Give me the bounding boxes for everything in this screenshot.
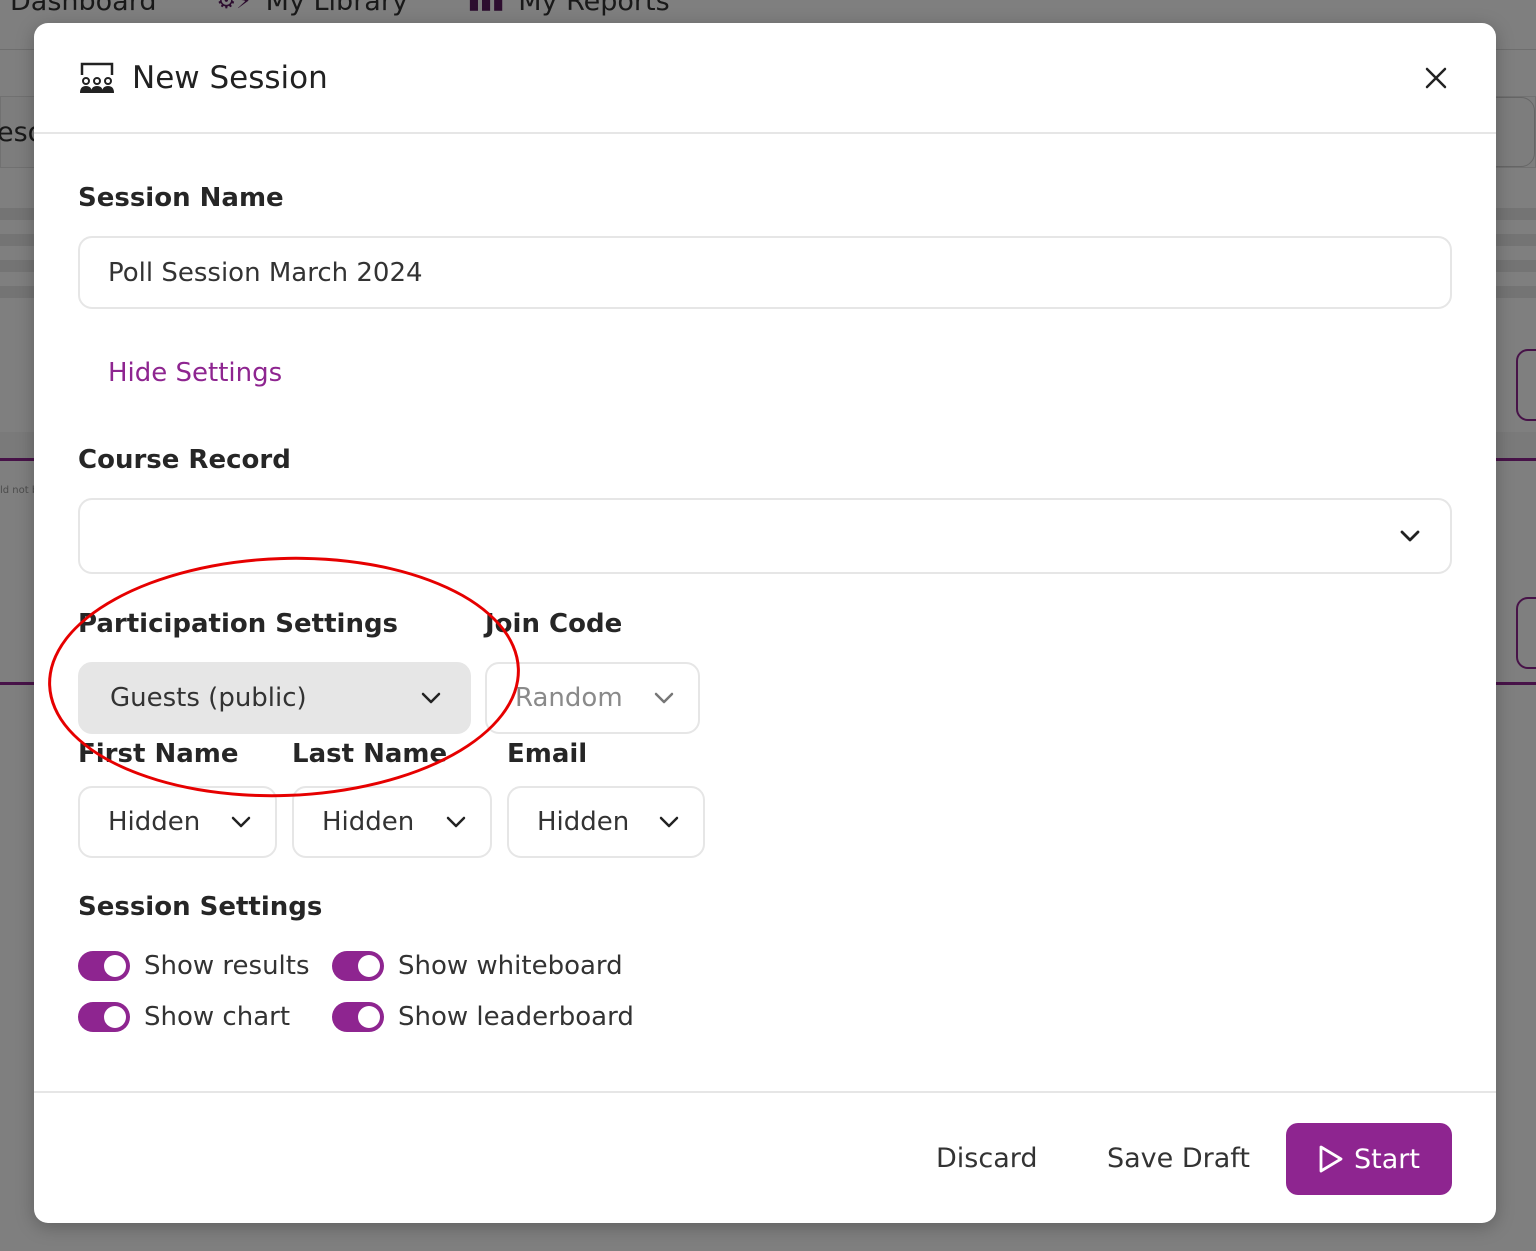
- show-chart-label: Show chart: [144, 1002, 291, 1032]
- modal-title: New Session: [132, 59, 328, 96]
- chevron-down-icon: [1400, 530, 1420, 542]
- show-whiteboard-label: Show whiteboard: [398, 951, 623, 981]
- email-label: Email: [507, 739, 588, 769]
- session-settings-label: Session Settings: [78, 892, 323, 922]
- show-chart-setting: Show chart: [78, 1002, 290, 1032]
- last-name-value: Hidden: [322, 807, 415, 837]
- toggle-knob: [358, 955, 380, 977]
- course-record-label: Course Record: [78, 445, 291, 475]
- new-session-modal: New Session Session Name Hide Settings C…: [34, 23, 1496, 1223]
- start-button[interactable]: Start: [1286, 1123, 1452, 1195]
- modal-header: New Session: [34, 23, 1496, 134]
- session-name-input[interactable]: [78, 236, 1452, 309]
- show-whiteboard-setting: Show whiteboard: [332, 951, 623, 981]
- email-value: Hidden: [537, 807, 630, 837]
- last-name-label: Last Name: [292, 739, 448, 769]
- toggle-knob: [104, 955, 126, 977]
- toggle-knob: [104, 1006, 126, 1028]
- chevron-down-icon: [446, 816, 466, 828]
- close-icon: [1425, 67, 1447, 88]
- hide-settings-link[interactable]: Hide Settings: [108, 358, 282, 388]
- chevron-down-icon: [654, 692, 674, 704]
- course-record-select[interactable]: [78, 498, 1452, 574]
- save-draft-button[interactable]: Save Draft: [1107, 1143, 1250, 1174]
- session-name-label: Session Name: [78, 183, 284, 213]
- start-button-label: Start: [1354, 1143, 1420, 1175]
- join-code-value: Random: [515, 683, 623, 713]
- chevron-down-icon: [421, 692, 441, 704]
- participation-settings-label: Participation Settings: [78, 609, 399, 639]
- chevron-down-icon: [231, 816, 251, 828]
- discard-button[interactable]: Discard: [936, 1143, 1038, 1174]
- show-leaderboard-toggle[interactable]: [332, 1002, 384, 1032]
- presentation-audience-icon: [80, 62, 114, 93]
- show-results-toggle[interactable]: [78, 951, 130, 981]
- participation-settings-select[interactable]: Guests (public): [78, 662, 471, 734]
- show-leaderboard-label: Show leaderboard: [398, 1002, 634, 1032]
- close-button[interactable]: [1416, 58, 1456, 98]
- participation-settings-value: Guests (public): [110, 683, 307, 713]
- show-chart-toggle[interactable]: [78, 1002, 130, 1032]
- play-icon: [1319, 1145, 1343, 1173]
- join-code-select[interactable]: Random: [485, 662, 700, 734]
- show-leaderboard-setting: Show leaderboard: [332, 1002, 634, 1032]
- show-results-label: Show results: [144, 951, 310, 981]
- first-name-select[interactable]: Hidden: [78, 786, 277, 858]
- show-results-setting: Show results: [78, 951, 310, 981]
- email-select[interactable]: Hidden: [507, 786, 705, 858]
- first-name-label: First Name: [78, 739, 239, 769]
- modal-footer: Discard Save Draft Start: [34, 1091, 1496, 1223]
- join-code-label: Join Code: [485, 609, 623, 639]
- first-name-value: Hidden: [108, 807, 201, 837]
- last-name-select[interactable]: Hidden: [292, 786, 492, 858]
- chevron-down-icon: [659, 816, 679, 828]
- toggle-knob: [358, 1006, 380, 1028]
- show-whiteboard-toggle[interactable]: [332, 951, 384, 981]
